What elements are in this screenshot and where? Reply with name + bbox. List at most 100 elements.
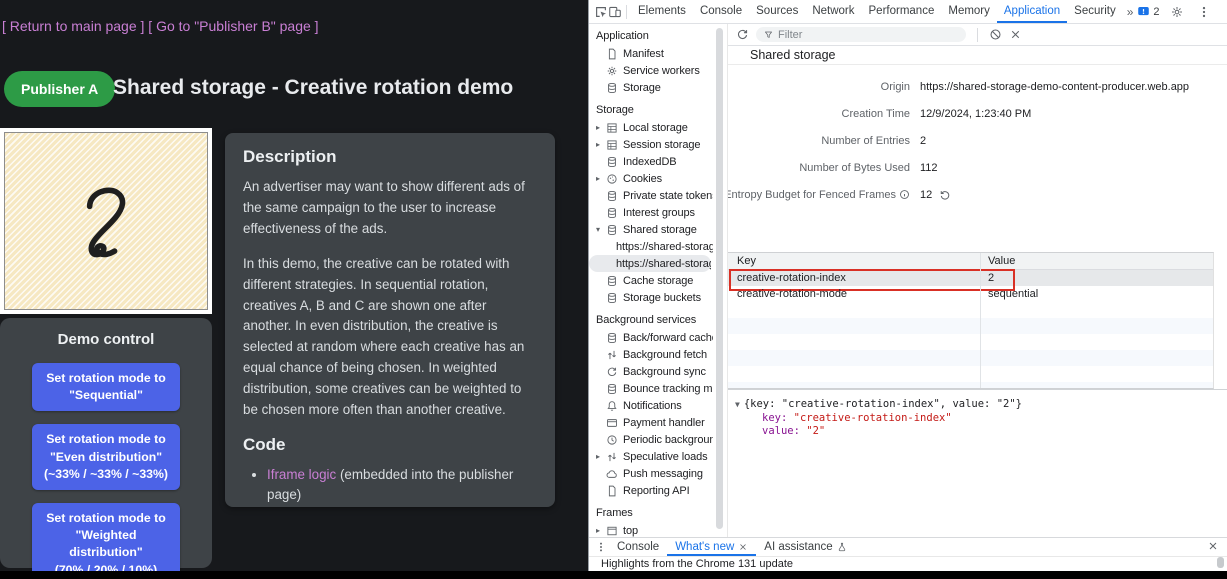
metadata-report: Originhttps://shared-storage-demo-conten… xyxy=(728,65,1227,218)
close-tab-icon[interactable] xyxy=(738,542,748,552)
sidebar-item-label: Notifications xyxy=(623,400,682,412)
sidebar-item-indexeddb[interactable]: IndexedDB xyxy=(589,153,713,170)
filter-input[interactable]: Filter xyxy=(756,27,966,42)
database-icon xyxy=(606,383,618,395)
close-drawer-button[interactable] xyxy=(1207,540,1219,555)
creative-ad-frame xyxy=(0,128,212,314)
sidebar-section-frames: Frames▸top xyxy=(589,505,713,537)
sidebar-item-label: Shared storage xyxy=(623,224,697,236)
metadata-label: Origin xyxy=(728,81,910,93)
tab-elements[interactable]: Elements xyxy=(631,0,693,23)
sidebar-item-manifest[interactable]: Manifest xyxy=(589,45,713,62)
sidebar-item-background-fetch[interactable]: Background fetch xyxy=(589,346,713,363)
sidebar-item-bounce-tracking-miti[interactable]: Bounce tracking miti… xyxy=(589,380,713,397)
demo-buttons-group: Set rotation mode to"Sequential" Set rota… xyxy=(0,363,212,571)
tab-network[interactable]: Network xyxy=(805,0,861,23)
top-nav-links[interactable]: [ Return to main page ] [ Go to "Publish… xyxy=(2,18,319,34)
sidebar-item-notifications[interactable]: Notifications xyxy=(589,397,713,414)
sidebar-item-cache-storage[interactable]: Cache storage xyxy=(589,272,713,289)
sidebar-item-https-shared-storage[interactable]: https://shared-storage… xyxy=(589,255,711,272)
delete-all-icon[interactable] xyxy=(1009,28,1022,41)
metadata-value: 2 xyxy=(920,135,926,147)
reset-budget-icon[interactable] xyxy=(939,189,951,201)
tab-security[interactable]: Security xyxy=(1067,0,1123,23)
tab-application[interactable]: Application xyxy=(997,0,1067,23)
rotation-mode-button-1[interactable]: Set rotation mode to"Sequential" xyxy=(32,363,180,411)
expand-arrow-icon[interactable]: ▸ xyxy=(596,174,606,183)
sidebar-item-session-storage[interactable]: ▸Session storage xyxy=(589,136,713,153)
devtools-panel-tabs: ElementsConsoleSourcesNetworkPerformance… xyxy=(631,0,1123,23)
expand-caret-icon[interactable]: ▼ xyxy=(735,400,740,409)
expand-arrow-icon[interactable]: ▸ xyxy=(596,140,606,149)
sidebar-item-private-state-tokens[interactable]: Private state tokens xyxy=(589,187,713,204)
service-workers-icon xyxy=(606,65,618,77)
sidebar-item-reporting-api[interactable]: Reporting API xyxy=(589,482,713,499)
sidebar-item-label: Service workers xyxy=(623,65,700,77)
sidebar-item-service-workers[interactable]: Service workers xyxy=(589,62,713,79)
column-divider xyxy=(980,253,981,388)
clear-icon[interactable] xyxy=(989,28,1002,41)
tab-performance[interactable]: Performance xyxy=(862,0,942,23)
tab-memory[interactable]: Memory xyxy=(941,0,997,23)
expand-arrow-icon[interactable]: ▸ xyxy=(596,123,606,132)
metadata-row: Originhttps://shared-storage-demo-conten… xyxy=(728,73,1227,100)
drawer-tabs: Console What's newAI assistance xyxy=(589,538,1227,557)
demo-control-heading: Demo control xyxy=(0,331,212,348)
table-row[interactable]: creative-rotation-modesequential xyxy=(728,286,1213,302)
sidebar-item-label: Background fetch xyxy=(623,349,707,361)
code-link-iframe-logic[interactable]: Iframe logic xyxy=(267,467,336,482)
application-sidebar: ApplicationManifestService workersStorag… xyxy=(589,24,713,537)
sidebar-item-storage[interactable]: Storage xyxy=(589,79,713,96)
devtools-drawer: Console What's newAI assistance Highlight… xyxy=(589,537,1227,571)
inspect-element-button[interactable] xyxy=(594,1,608,23)
sidebar-item-back-forward-cache[interactable]: Back/forward cache xyxy=(589,329,713,346)
sidebar-item-label: Local storage xyxy=(623,122,688,134)
expand-arrow-icon[interactable]: ▸ xyxy=(596,452,606,461)
tab-sources[interactable]: Sources xyxy=(749,0,805,23)
drawer-tab-ai-assistance[interactable]: AI assistance xyxy=(756,538,854,556)
device-toolbar-button[interactable] xyxy=(608,1,622,23)
whats-new-content[interactable]: Highlights from the Chrome 131 update xyxy=(589,557,1227,571)
drawer-scrollbar-thumb[interactable] xyxy=(1217,557,1224,568)
sidebar-item-speculative-loads[interactable]: ▸Speculative loads xyxy=(589,448,713,465)
sidebar-scrollbar[interactable] xyxy=(713,24,727,537)
scrollbar-thumb[interactable] xyxy=(716,28,723,529)
sidebar-item-shared-storage[interactable]: ▾ Shared storage xyxy=(589,221,713,238)
drawer-menu-button[interactable] xyxy=(593,541,609,553)
sidebar-item-payment-handler[interactable]: Payment handler xyxy=(589,414,713,431)
table-row[interactable]: creative-rotation-index2 xyxy=(728,270,1213,286)
sidebar-item-push-messaging[interactable]: Push messaging xyxy=(589,465,713,482)
sidebar-section-storage: Storage▸Local storage▸Session storageInd… xyxy=(589,102,713,306)
sidebar-item-cookies[interactable]: ▸Cookies xyxy=(589,170,713,187)
expand-arrow-icon[interactable]: ▸ xyxy=(596,526,606,535)
filter-icon xyxy=(764,30,773,39)
toolbar-divider xyxy=(626,5,627,19)
more-tabs-button[interactable]: » xyxy=(1123,5,1138,19)
rotation-mode-button-3[interactable]: Set rotation mode to"Weighted distributi… xyxy=(32,503,180,571)
close-devtools-button[interactable] xyxy=(1221,1,1227,23)
preview-summary[interactable]: ▼{key: "creative-rotation-index", value:… xyxy=(735,398,1227,412)
sidebar-item-local-storage[interactable]: ▸ Local storage xyxy=(589,119,713,136)
gear-icon xyxy=(1170,5,1184,19)
metadata-label: Creation Time xyxy=(728,108,910,120)
drawer-tab-label: Console xyxy=(617,538,659,556)
sidebar-item-top[interactable]: ▸top xyxy=(589,522,713,537)
sidebar-item-interest-groups[interactable]: Interest groups xyxy=(589,204,713,221)
issues-button[interactable]: 2 xyxy=(1137,5,1159,18)
drawer-tab-what-s-new[interactable]: What's new xyxy=(667,538,756,556)
menu-button[interactable] xyxy=(1194,1,1214,23)
sidebar-item-background-sync[interactable]: Background sync xyxy=(589,363,713,380)
refresh-icon[interactable] xyxy=(736,28,749,41)
database-icon xyxy=(606,275,618,287)
tab-console[interactable]: Console xyxy=(693,0,749,23)
sidebar-item-label: Back/forward cache xyxy=(623,332,713,344)
sidebar-item-https-shared-storage[interactable]: https://shared-storage… xyxy=(589,238,713,255)
sidebar-item-periodic-backgroun[interactable]: Periodic backgroun… xyxy=(589,431,713,448)
cell-key: creative-rotation-mode xyxy=(728,288,980,300)
drawer-tab-console[interactable]: Console xyxy=(609,538,667,556)
sidebar-item-storage-buckets[interactable]: Storage buckets xyxy=(589,289,713,306)
rotation-mode-button-2[interactable]: Set rotation mode to"Even distribution"(… xyxy=(32,424,180,490)
settings-button[interactable] xyxy=(1167,1,1187,23)
expand-arrow-icon[interactable]: ▾ xyxy=(596,225,606,234)
cell-value: 2 xyxy=(980,272,1213,284)
